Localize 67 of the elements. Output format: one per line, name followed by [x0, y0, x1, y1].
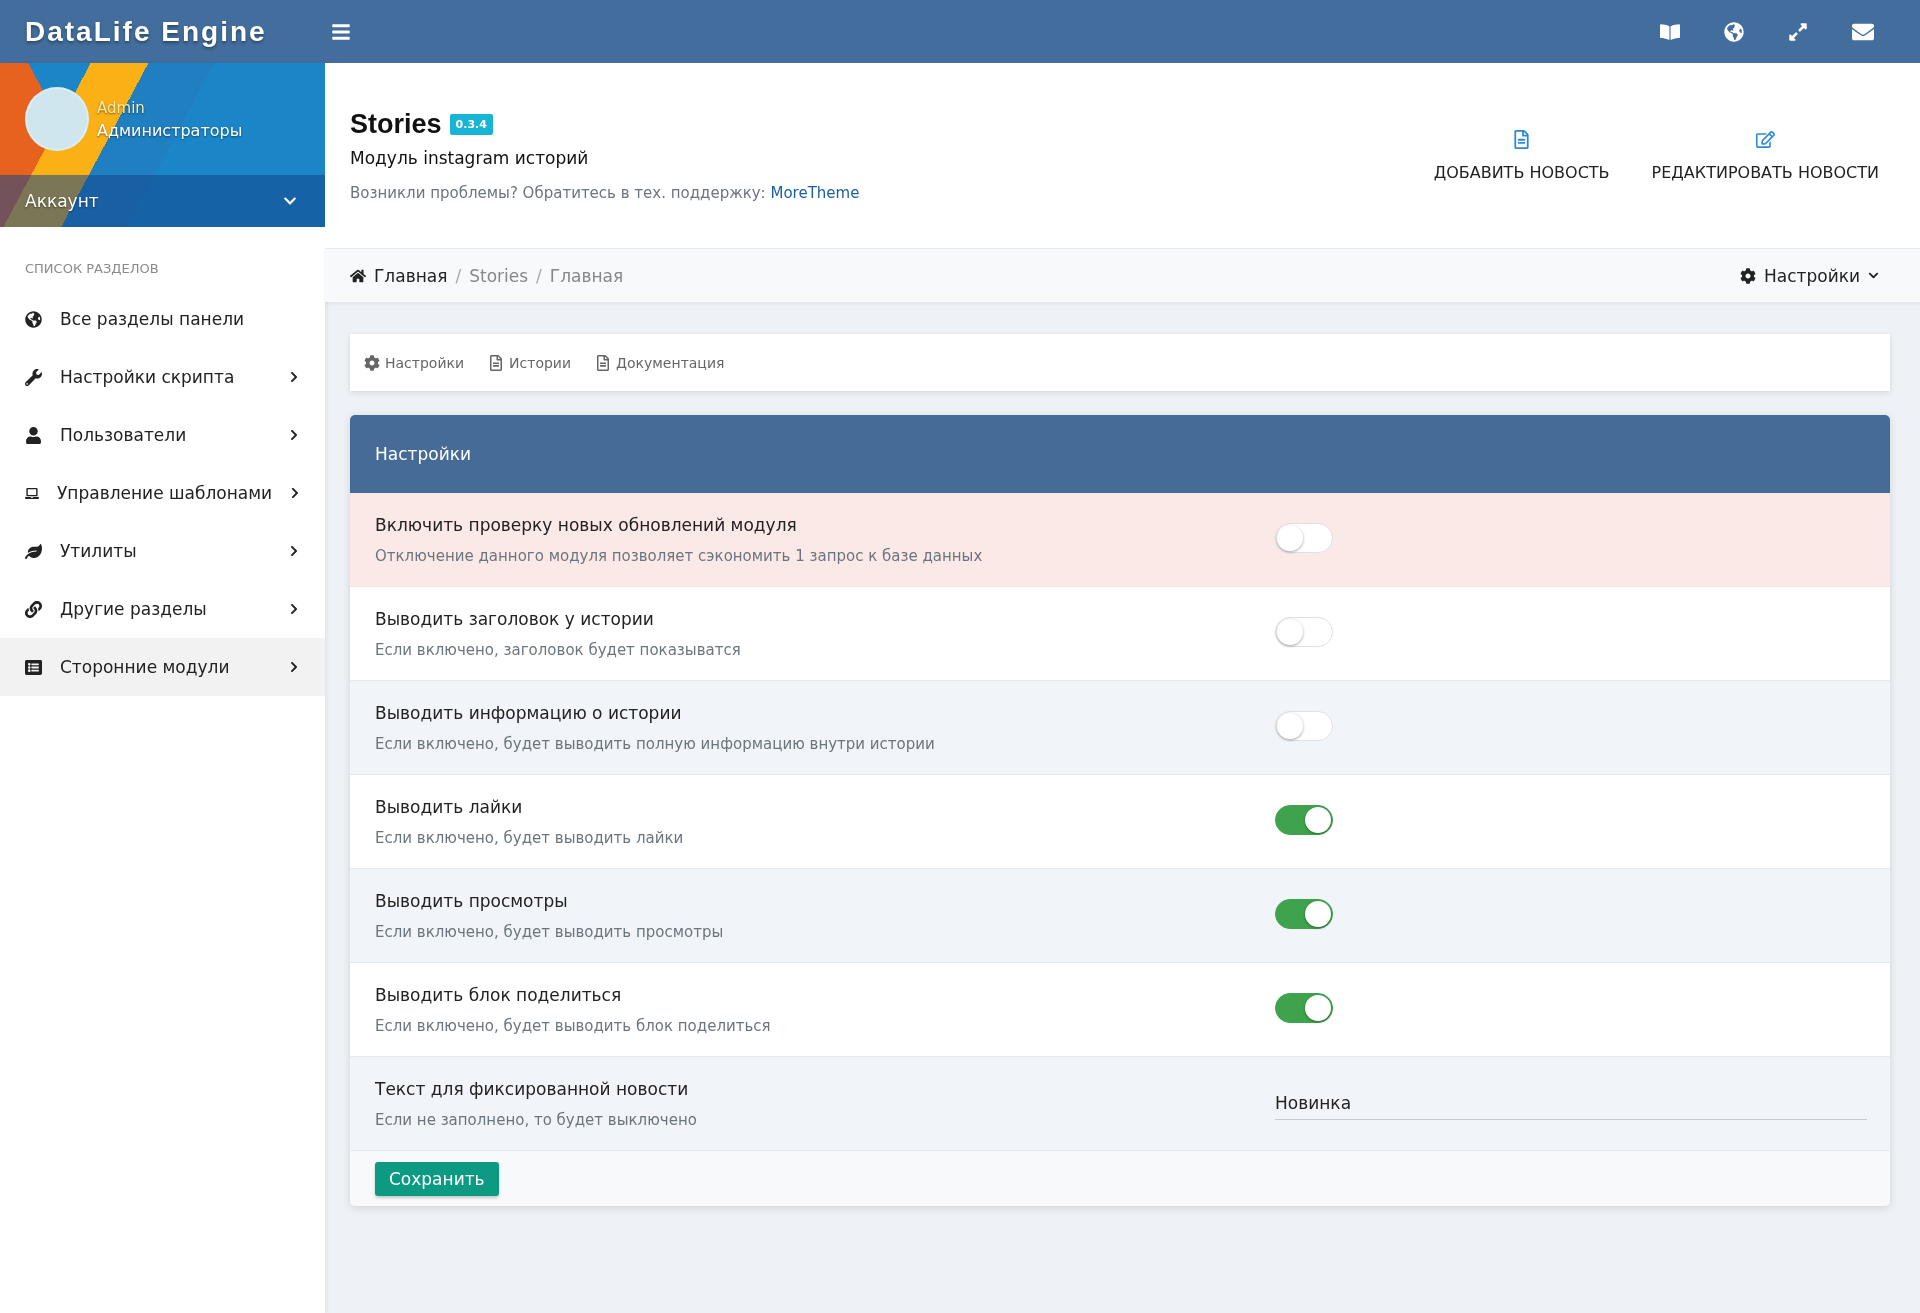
globe-icon — [25, 310, 42, 328]
menu-icon — [331, 21, 351, 42]
setting-description: Если включено, заголовок будет показыватся — [375, 640, 742, 659]
sidebar-item-label: Другие разделы — [60, 599, 208, 619]
setting-description: Если включено, будет выводить лайки — [375, 828, 685, 847]
sidebar-item-label: Утилиты — [60, 541, 138, 561]
list-icon — [25, 658, 42, 676]
setting-description: Если включено, будет выводить блок поделиться — [375, 1016, 772, 1035]
breadcrumb-link[interactable]: Главная — [374, 265, 448, 286]
toggle-switch[interactable] — [1275, 993, 1333, 1023]
breadcrumb-separator: / — [536, 265, 542, 286]
settings-dropdown[interactable]: Настройки — [1734, 264, 1885, 287]
home-icon — [350, 267, 366, 284]
setting-title: Выводить просмотры — [375, 890, 569, 911]
sidebar-item[interactable]: Все разделы панели — [0, 290, 325, 348]
module-title: Stories — [350, 109, 442, 140]
setting-title: Выводить заголовок у истории — [375, 608, 655, 629]
sidebar-item[interactable]: Настройки скрипта — [0, 348, 325, 406]
toggle-switch[interactable] — [1275, 899, 1333, 929]
link-icon — [25, 600, 42, 618]
sidebar-item[interactable]: Пользователи — [0, 406, 325, 464]
toggle-switch[interactable] — [1275, 805, 1333, 835]
document-icon — [595, 354, 612, 371]
sidebar-item[interactable]: Сторонние модули — [0, 638, 325, 696]
leaf-icon — [25, 542, 42, 560]
input-field[interactable]: Новинка — [1275, 1087, 1867, 1120]
setting-description: Отключение данного модуля позволяет сэкономить 1 запрос к базе данных — [375, 546, 984, 565]
sidebar-item[interactable]: Управление шаблонами — [0, 464, 325, 522]
sidebar-item-label: Пользователи — [60, 425, 188, 445]
gear-icon — [364, 354, 380, 371]
breadcrumb-separator: / — [455, 265, 462, 286]
expand-icon — [1788, 21, 1808, 42]
chevron-down-icon — [1868, 270, 1879, 281]
setting-title: Выводить блок поделиться — [375, 984, 623, 1005]
tab[interactable]: Истории — [488, 354, 572, 371]
tab[interactable]: Документация — [595, 354, 725, 371]
header-action[interactable]: ДОБАВИТЬ НОВОСТЬ — [1427, 128, 1616, 183]
book-icon — [1660, 21, 1680, 42]
setting-title: Текст для фиксированной новости — [375, 1078, 690, 1099]
document-icon — [1512, 129, 1532, 149]
version-badge: 0.3.4 — [449, 114, 493, 135]
sidebar-item-label: Настройки скрипта — [60, 367, 236, 387]
document-icon — [488, 354, 505, 371]
setting-title: Включить проверку новых обновлений модуля — [375, 514, 798, 535]
setting-description: Если включено, будет выводить полную информацию внутри истории — [375, 734, 936, 753]
wrench-icon — [25, 368, 42, 386]
support-link[interactable]: MoreTheme — [770, 184, 860, 202]
card-title: Настройки — [375, 444, 471, 464]
module-subtitle: Модуль instagram историй — [350, 148, 590, 168]
globe-icon — [1724, 21, 1744, 42]
sidebar-item[interactable]: Другие разделы — [0, 580, 325, 638]
setting-description: Если включено, будет выводить просмотры — [375, 922, 725, 941]
sidebar-item-label: Управление шаблонами — [56, 483, 273, 503]
sidebar-item-label: Сторонние модули — [60, 657, 231, 677]
sidebar-item-label: Все разделы панели — [60, 309, 246, 329]
support-text: Возникли проблемы? Обратитесь в тех. поддержку: MoreTheme — [350, 184, 860, 202]
header-action[interactable]: РЕДАКТИРОВАТЬ НОВОСТИ — [1645, 128, 1885, 183]
sidebar-heading: СПИСОК РАЗДЕЛОВ — [24, 260, 160, 278]
sidebar-item[interactable]: Утилиты — [0, 522, 325, 580]
setting-title: Выводить информацию о истории — [375, 702, 683, 723]
tab[interactable]: Настройки — [364, 354, 465, 371]
setting-description: Если не заполнено, то будет выключено — [375, 1110, 698, 1129]
edit-icon — [1755, 129, 1775, 149]
gear-icon — [1740, 267, 1756, 284]
setting-title: Выводить лайки — [375, 796, 524, 817]
brand-logo: DataLife Engine — [24, 15, 268, 48]
user-icon — [25, 426, 42, 444]
